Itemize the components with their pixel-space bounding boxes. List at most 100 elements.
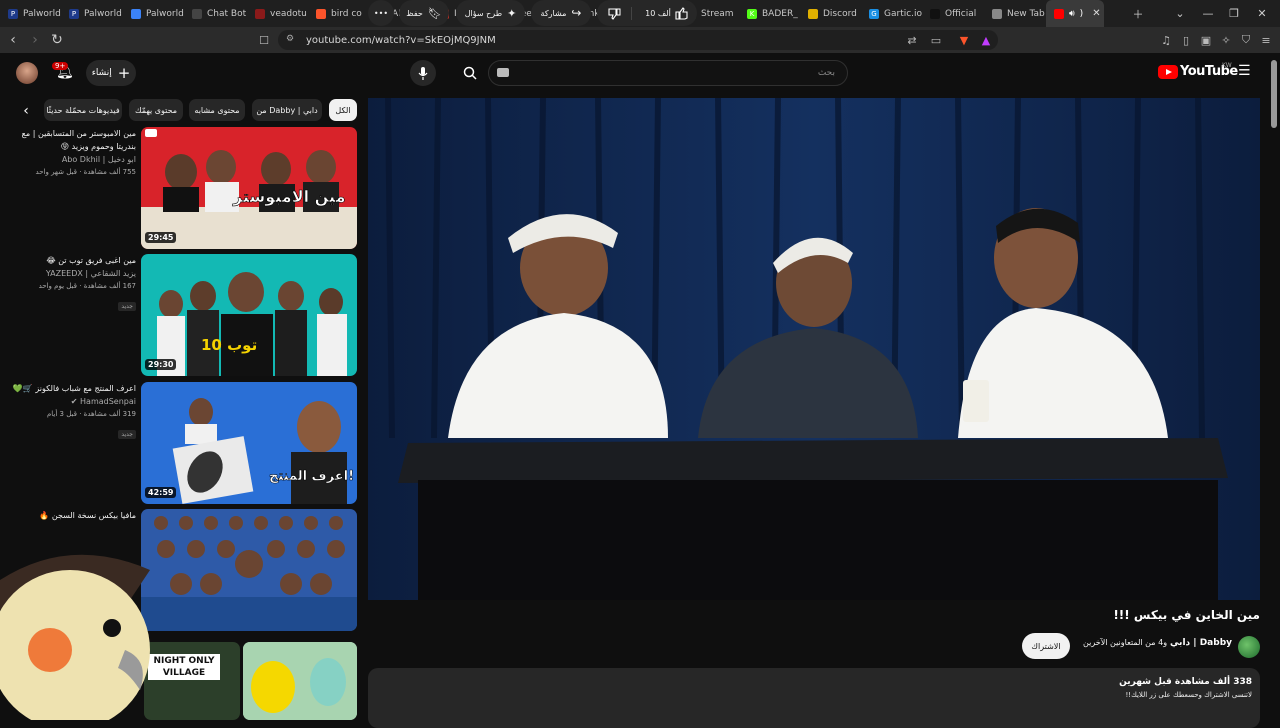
- tab-label: New Tab: [1007, 8, 1045, 19]
- close-tab-icon[interactable]: ✕: [1092, 8, 1100, 19]
- browser-tab[interactable]: P Palworld: [61, 0, 123, 27]
- save-icon: 🔖︎: [427, 6, 442, 20]
- recommendation-meta: مين الامبوستر من المتسابقين | مع بندريتا…: [10, 127, 136, 179]
- recommendation-title[interactable]: مين اغبى فريق توب تن 😂: [10, 254, 136, 267]
- voice-search-icon[interactable]: [410, 60, 436, 86]
- browser-tab[interactable]: veadotu: [247, 0, 308, 27]
- search-input[interactable]: بحث: [488, 60, 848, 86]
- forward-icon[interactable]: ›: [24, 29, 46, 51]
- keyboard-icon[interactable]: [497, 68, 509, 77]
- recommendation-title[interactable]: مين الامبوستر من المتسابقين | مع بندريتا…: [10, 127, 136, 153]
- brave-rewards-icon[interactable]: ▲: [978, 32, 994, 48]
- channel-info[interactable]: Dabby | دابي و4 من المتعاونين الآخرين: [1080, 638, 1232, 648]
- recommendation-meta: مين اغبى فريق توب تن 😂 يزيد الشقاعي | YA…: [10, 254, 136, 312]
- like-icon: [675, 6, 688, 20]
- browser-tab[interactable]: New Tab: [984, 0, 1046, 27]
- ask-button[interactable]: طرح سؤال ✦: [456, 0, 525, 26]
- browser-tab[interactable]: Chat Bot: [184, 0, 247, 27]
- account-avatar[interactable]: [16, 62, 38, 84]
- tab-favicon-icon: [992, 8, 1002, 19]
- chip-similar[interactable]: محتوى مشابه: [189, 99, 245, 121]
- tab-label: Palworld: [146, 8, 184, 19]
- browser-tab[interactable]: Palworld: [123, 0, 184, 27]
- vpn-icon[interactable]: ⛉: [1238, 32, 1254, 48]
- new-badge: جديد: [118, 302, 136, 311]
- channel-name: Dabby | دابي: [1169, 638, 1232, 648]
- page-scrollbar[interactable]: [1271, 60, 1277, 128]
- chip-label: محتوى مشابه: [194, 105, 240, 115]
- chip-from-channel[interactable]: من Dabby | دابي: [252, 99, 322, 121]
- tab-favicon-icon: K: [747, 8, 757, 19]
- address-bar[interactable]: ⚙ youtube.com/watch?v=SkEOjMQ9JNM: [278, 30, 998, 50]
- save-button[interactable]: حفظ 🔖︎: [399, 0, 449, 26]
- recommendation-item[interactable]: مين الامبوستر 29:45 مين الامبوستر من الم…: [0, 127, 358, 249]
- restore-icon[interactable]: ❐: [1220, 0, 1248, 27]
- channel-avatar[interactable]: [1238, 636, 1260, 658]
- recommendation-channel[interactable]: ابو دخيل | Abo Dkhil: [10, 153, 136, 166]
- brave-shields-icon[interactable]: ▼: [956, 32, 972, 48]
- like-button[interactable]: 10 ألف: [637, 6, 696, 20]
- browser-tab[interactable]: bird co: [308, 0, 369, 27]
- more-actions-icon[interactable]: •••: [368, 0, 394, 26]
- browser-tab[interactable]: Discord: [800, 0, 861, 27]
- chip-all[interactable]: الكل: [329, 99, 357, 121]
- chip-interest[interactable]: محتوى يهمّك: [129, 99, 183, 121]
- close-window-icon[interactable]: ✕: [1248, 0, 1276, 27]
- tab-label: Gartic.io: [884, 8, 922, 19]
- video-thumbnail[interactable]: مين الامبوستر 29:45: [141, 127, 357, 249]
- recommendation-item[interactable]: اعرف المنتج! 42:59 اعرف المنتج مع شباب ف…: [0, 382, 358, 504]
- back-icon[interactable]: ‹: [2, 29, 24, 51]
- recommendation-item[interactable]: توب 10 29:30 مين اغبى فريق توب تن 😂 يزيد…: [0, 254, 358, 376]
- sidebar-icon[interactable]: ▯: [1178, 32, 1194, 48]
- verified-icon: ✔: [70, 397, 78, 406]
- share-button[interactable]: مشاركة ↪: [531, 0, 591, 26]
- tab-label: veadotu: [270, 8, 307, 19]
- chip-recent[interactable]: فيديوهات محمّلة حديثًا: [44, 99, 122, 121]
- tab-favicon-icon: [316, 8, 326, 19]
- browser-tab[interactable]: G Gartic.io: [861, 0, 922, 27]
- subscribe-button[interactable]: الاشتراك: [1022, 633, 1070, 659]
- recommendation-channel[interactable]: HamadSenpai ✔: [10, 395, 136, 408]
- translate-icon[interactable]: ⇄: [904, 32, 920, 48]
- media-icon[interactable]: ♫: [1158, 32, 1174, 48]
- browser-menu-icon[interactable]: ≡: [1258, 32, 1274, 48]
- chip-label: من Dabby | دابي: [256, 105, 318, 115]
- dislike-button[interactable]: [598, 6, 633, 20]
- cast-icon[interactable]: ▭: [928, 32, 944, 48]
- chip-label: محتوى يهمّك: [134, 105, 178, 115]
- video-player[interactable]: [368, 98, 1260, 600]
- bookmark-icon[interactable]: ☐: [256, 32, 272, 48]
- create-button[interactable]: إنشاء +: [86, 60, 136, 86]
- recommendation-stats: 319 ألف مشاهدة · قبل 3 أيام: [46, 410, 136, 418]
- short-thumbnail[interactable]: [243, 642, 357, 720]
- browser-tab[interactable]: P Palworld: [0, 0, 61, 27]
- recommendation-channel[interactable]: يزيد الشقاعي | YAZEEDX: [10, 267, 136, 280]
- sparkle-icon: ✦: [507, 6, 517, 20]
- recommendation-title[interactable]: مافيا بيكس نسخة السجن 🔥: [10, 509, 136, 522]
- share-label: مشاركة: [540, 8, 567, 18]
- video-thumbnail[interactable]: توب 10 29:30: [141, 254, 357, 376]
- dislike-icon: [608, 7, 621, 20]
- region-code: KW: [1222, 62, 1232, 69]
- browser-tab[interactable]: Official: [922, 0, 984, 27]
- plus-icon: +: [117, 64, 131, 82]
- tab-favicon-icon: [255, 8, 265, 19]
- like-count: 10 ألف: [645, 8, 671, 18]
- site-info-icon[interactable]: ⚙: [286, 34, 294, 44]
- recommendation-title[interactable]: اعرف المنتج مع شباب فالكونز 🛒💚: [10, 382, 136, 395]
- hamburger-menu-icon[interactable]: ☰: [1238, 63, 1254, 79]
- recommendation-meta: مافيا بيكس نسخة السجن 🔥: [10, 509, 136, 522]
- tab-label: Palworld: [23, 8, 61, 19]
- browser-tab-active[interactable]: 🔊︎) ✕: [1046, 0, 1104, 27]
- new-tab-button[interactable]: ＋: [1124, 0, 1152, 27]
- browser-tab[interactable]: K BADER_: [739, 0, 800, 27]
- tab-search-icon[interactable]: ⌄: [1166, 0, 1194, 27]
- wallet-icon[interactable]: ▣: [1198, 32, 1214, 48]
- tab-favicon-icon: P: [69, 8, 79, 19]
- leo-icon[interactable]: ✧: [1218, 32, 1234, 48]
- video-thumbnail[interactable]: اعرف المنتج! 42:59: [141, 382, 357, 504]
- search-icon[interactable]: [452, 60, 488, 86]
- minimize-icon[interactable]: —: [1194, 0, 1222, 27]
- description-text: 338 ألف مشاهدة قبل شهرين لاتنسى الاشتراك…: [1119, 676, 1252, 701]
- reload-icon[interactable]: ↻: [46, 29, 68, 51]
